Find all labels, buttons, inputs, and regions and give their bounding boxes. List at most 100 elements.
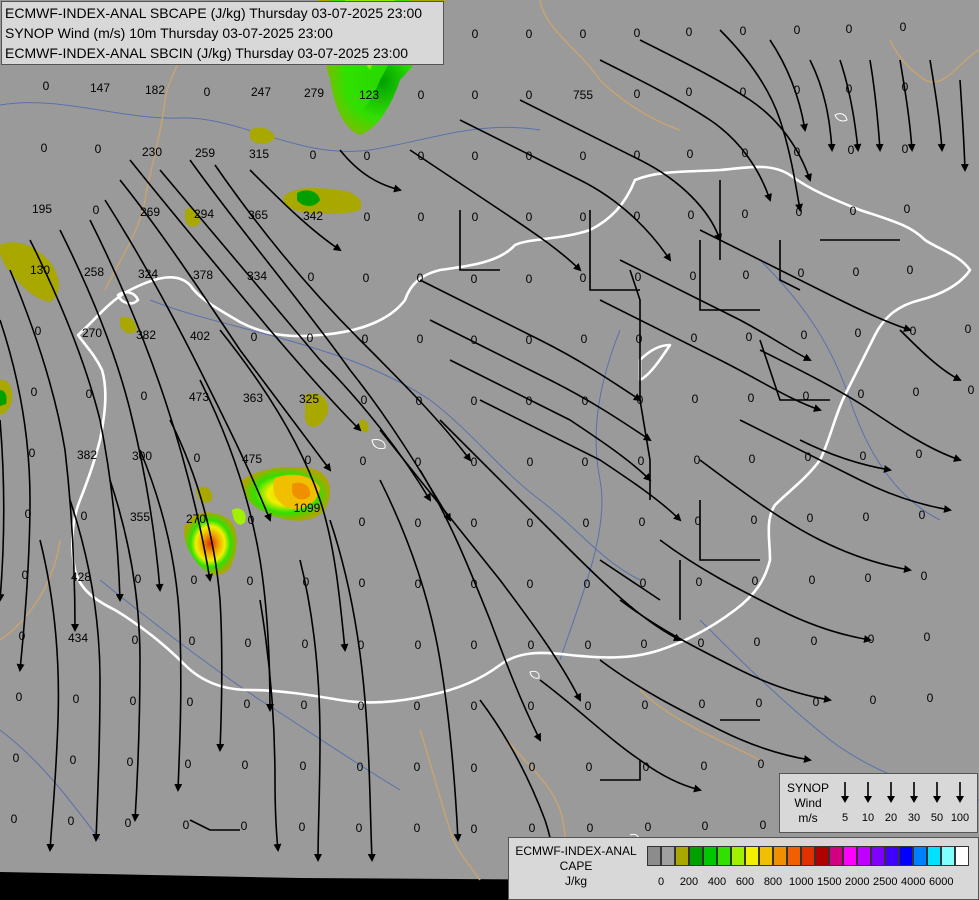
cin-value-label: 0 (848, 143, 855, 157)
cin-value-label: 0 (472, 88, 479, 102)
cin-value-label: 0 (529, 821, 536, 835)
wind-legend-unit: m/s (798, 811, 818, 825)
title-line-cin: ECMWF-INDEX-ANAL SBCIN (J/kg) Thursday 0… (5, 45, 409, 61)
cin-value-label: 0 (132, 633, 139, 647)
wind-legend-label: SYNOP Wind m/s (782, 781, 834, 826)
cin-value-label: 0 (415, 516, 422, 530)
wind-arrowhead-icon (910, 796, 918, 803)
cin-value-label: 355 (130, 510, 150, 524)
cape-color-swatch (675, 846, 689, 866)
cin-value-label: 0 (526, 88, 533, 102)
cin-value-label: 0 (526, 27, 533, 41)
cin-value-label: 0 (740, 85, 747, 99)
cin-value-label: 0 (183, 818, 190, 832)
cin-value-label: 0 (585, 638, 592, 652)
cin-value-label: 230 (142, 145, 162, 159)
cin-value-label: 270 (82, 326, 102, 340)
cin-value-label: 0 (805, 450, 812, 464)
cape-color-swatch (885, 846, 899, 866)
cin-value-label: 0 (415, 638, 422, 652)
cin-value-label: 247 (251, 85, 271, 99)
cin-value-label: 0 (643, 760, 650, 774)
cin-value-label: 0 (41, 141, 48, 155)
cin-value-label: 0 (634, 26, 641, 40)
cin-value-label: 365 (248, 208, 268, 222)
cin-value-label: 0 (699, 697, 706, 711)
cin-value-label: 0 (916, 447, 923, 461)
cape-color-swatch (927, 846, 941, 866)
cin-value-label: 0 (245, 636, 252, 650)
cin-value-label: 0 (749, 452, 756, 466)
cin-value-label: 1099 (294, 501, 321, 515)
wind-arrows: 5 10 20 30 50 100 (841, 782, 969, 824)
cin-value-label: 0 (527, 516, 534, 530)
cin-value-label: 0 (194, 451, 201, 465)
cape-tick-label: 0 (657, 876, 665, 888)
cin-value-label: 0 (16, 690, 23, 704)
cin-value-label: 0 (743, 268, 750, 282)
cin-value-label: 0 (189, 634, 196, 648)
cape-legend-subtitle: CAPE (559, 859, 593, 873)
cin-value-label: 0 (850, 204, 857, 218)
cin-value-label: 0 (29, 446, 36, 460)
cin-value-label: 0 (247, 574, 254, 588)
cape-color-swatch (661, 846, 675, 866)
cin-value-label: 0 (360, 454, 367, 468)
cin-value-label: 0 (526, 149, 533, 163)
cin-value-label: 0 (907, 263, 914, 277)
cape-color-swatch (647, 846, 661, 866)
cin-value-label: 0 (642, 698, 649, 712)
cin-value-label: 259 (195, 146, 215, 160)
cin-value-label: 0 (299, 820, 306, 834)
cin-value-label: 0 (359, 515, 366, 529)
cin-value-label: 0 (902, 80, 909, 94)
cin-value-label: 0 (586, 760, 593, 774)
cin-value-label: 0 (863, 510, 870, 524)
cin-value-label: 0 (870, 693, 877, 707)
cin-value-label: 0 (794, 145, 801, 159)
cin-value-label: 0 (634, 87, 641, 101)
cin-value-label: 0 (637, 393, 644, 407)
cin-value-label: 0 (363, 271, 370, 285)
cin-value-label: 0 (686, 25, 693, 39)
cin-value-label: 0 (855, 326, 862, 340)
cin-value-label: 0 (414, 821, 421, 835)
cin-value-label: 0 (471, 761, 478, 775)
cape-color-swatch (857, 846, 871, 866)
cin-value-label: 0 (248, 513, 255, 527)
cin-value-label: 0 (688, 208, 695, 222)
weather-map: 147 182 0 247 279 123 0 0 0 755 0 0 0 0 0 0 0 0 0 0 0 0 0 0 0 0 0 0… (0, 0, 979, 900)
cin-value-label: 0 (471, 394, 478, 408)
cin-value-label: 0 (585, 699, 592, 713)
cin-value-label: 382 (77, 448, 97, 462)
cin-value-label: 0 (798, 266, 805, 280)
cin-value-label: 0 (191, 573, 198, 587)
cin-value-label: 0 (362, 332, 369, 346)
cin-value-label: 0 (641, 637, 648, 651)
cin-value-label: 0 (968, 383, 975, 397)
wind-arrowhead-icon (841, 796, 849, 803)
cin-value-label: 0 (868, 632, 875, 646)
cin-value-label: 0 (691, 331, 698, 345)
cin-value-label: 0 (418, 88, 425, 102)
cin-value-label: 0 (95, 142, 102, 156)
cin-value-label: 0 (634, 209, 641, 223)
cin-value-label: 130 (30, 263, 50, 277)
wind-speed-label: 50 (931, 812, 943, 824)
cin-value-label: 0 (414, 760, 421, 774)
cin-value-label: 0 (910, 324, 917, 338)
wind-arrowhead-icon (864, 796, 872, 803)
cin-value-label: 0 (913, 385, 920, 399)
cin-value-label: 363 (243, 391, 263, 405)
cin-value-label: 0 (359, 576, 366, 590)
cin-value-label: 0 (471, 699, 478, 713)
cin-value-label: 0 (471, 822, 478, 836)
cin-value-label: 0 (204, 85, 211, 99)
wind-speed-label: 20 (885, 812, 897, 824)
cape-tick-label: 800 (763, 876, 783, 888)
cin-value-label: 475 (242, 452, 262, 466)
cin-value-label: 0 (583, 516, 590, 530)
cape-color-swatch (955, 846, 969, 866)
cape-tick-label: 1000 (789, 876, 814, 888)
cin-value-label: 0 (364, 149, 371, 163)
